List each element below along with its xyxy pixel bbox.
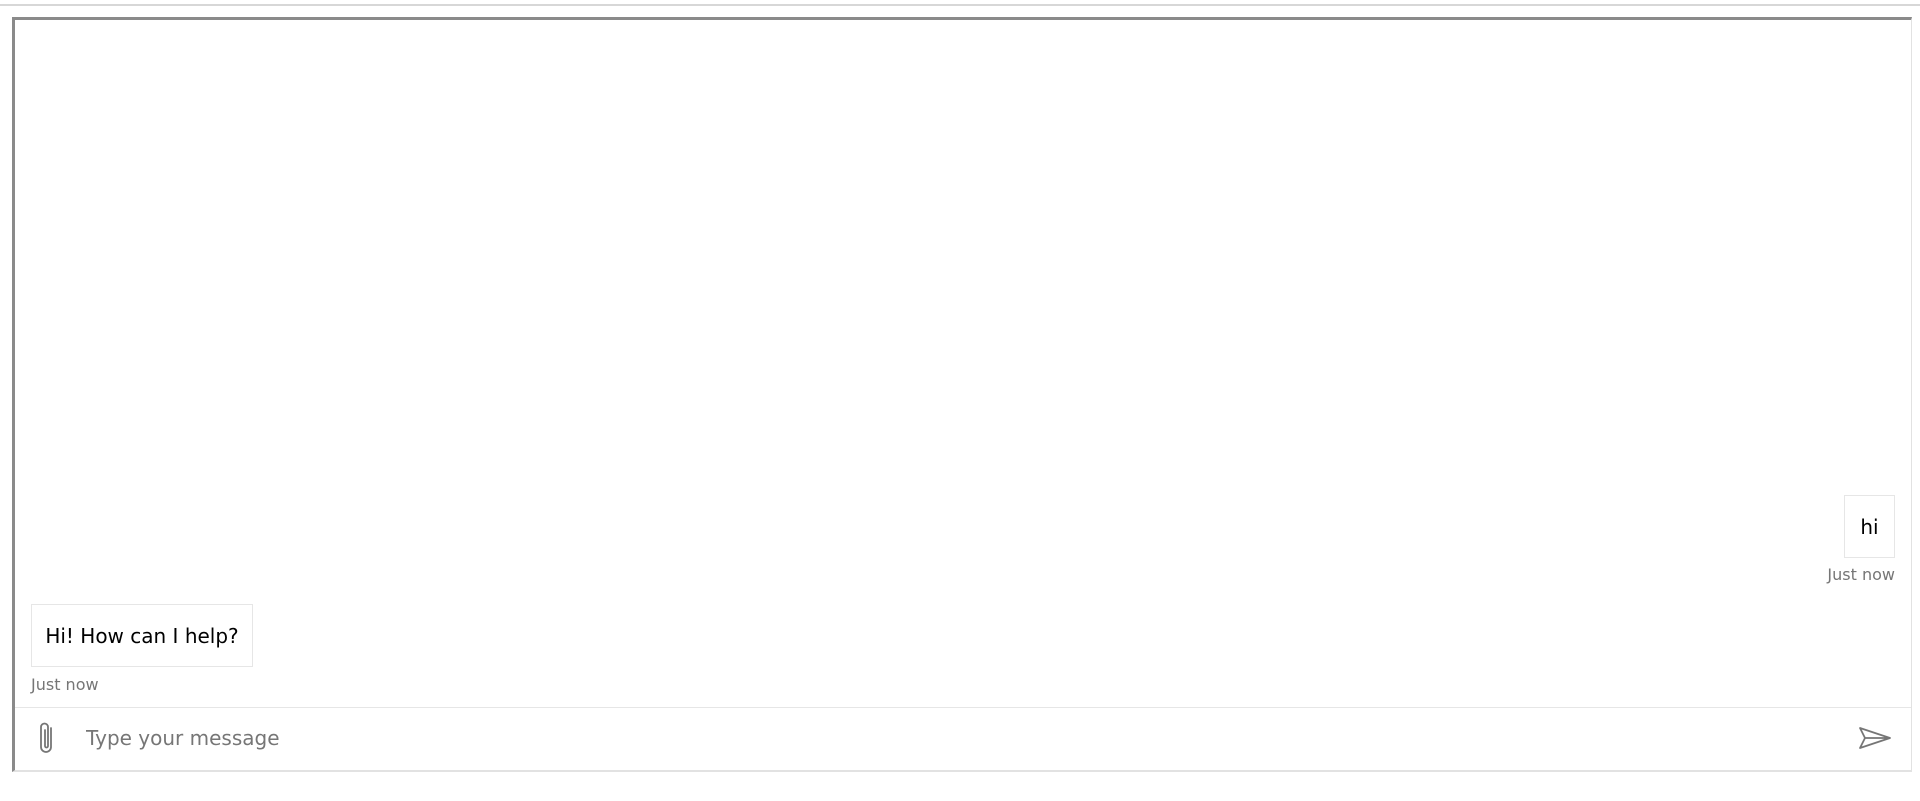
user-message-timestamp: Just now bbox=[1827, 565, 1895, 584]
bot-message-bubble: Hi! How can I help? bbox=[31, 604, 253, 667]
webchat-window: hi Just now Hi! How can I help? Just now bbox=[12, 17, 1912, 772]
send-button[interactable] bbox=[1853, 718, 1897, 758]
send-icon bbox=[1859, 727, 1891, 749]
user-message-bubble: hi bbox=[1844, 495, 1895, 558]
user-message-text: hi bbox=[1860, 514, 1879, 539]
chat-transcript[interactable]: hi Just now Hi! How can I help? Just now bbox=[15, 20, 1911, 713]
bot-message-text: Hi! How can I help? bbox=[45, 623, 239, 648]
message-input[interactable] bbox=[86, 718, 1826, 758]
message-composer bbox=[15, 707, 1911, 770]
paperclip-icon bbox=[40, 722, 52, 753]
bot-message-timestamp: Just now bbox=[31, 675, 99, 694]
top-divider bbox=[0, 4, 1920, 6]
upload-file-button[interactable] bbox=[29, 716, 65, 760]
